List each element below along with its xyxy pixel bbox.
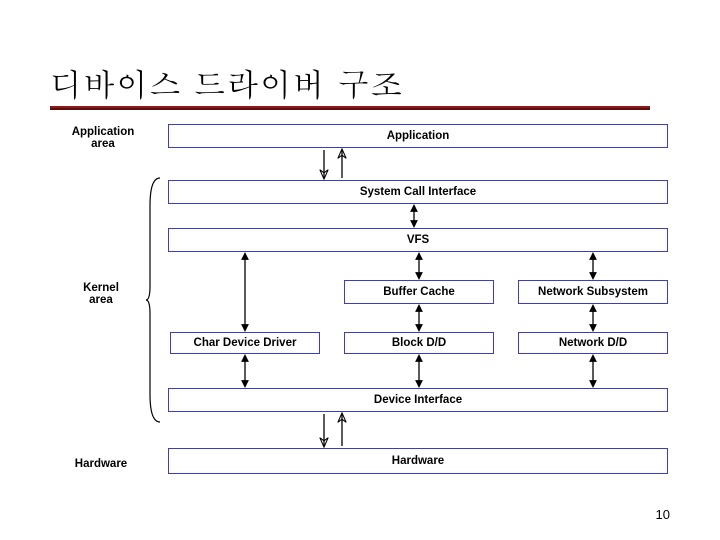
page-number: 10	[656, 507, 670, 522]
title-underline	[50, 106, 650, 110]
architecture-diagram: Application area Kernel area Hardware Ap…	[70, 120, 670, 490]
connectors	[70, 120, 670, 490]
slide-title: 디바이스 드라이버 구조	[50, 60, 403, 105]
